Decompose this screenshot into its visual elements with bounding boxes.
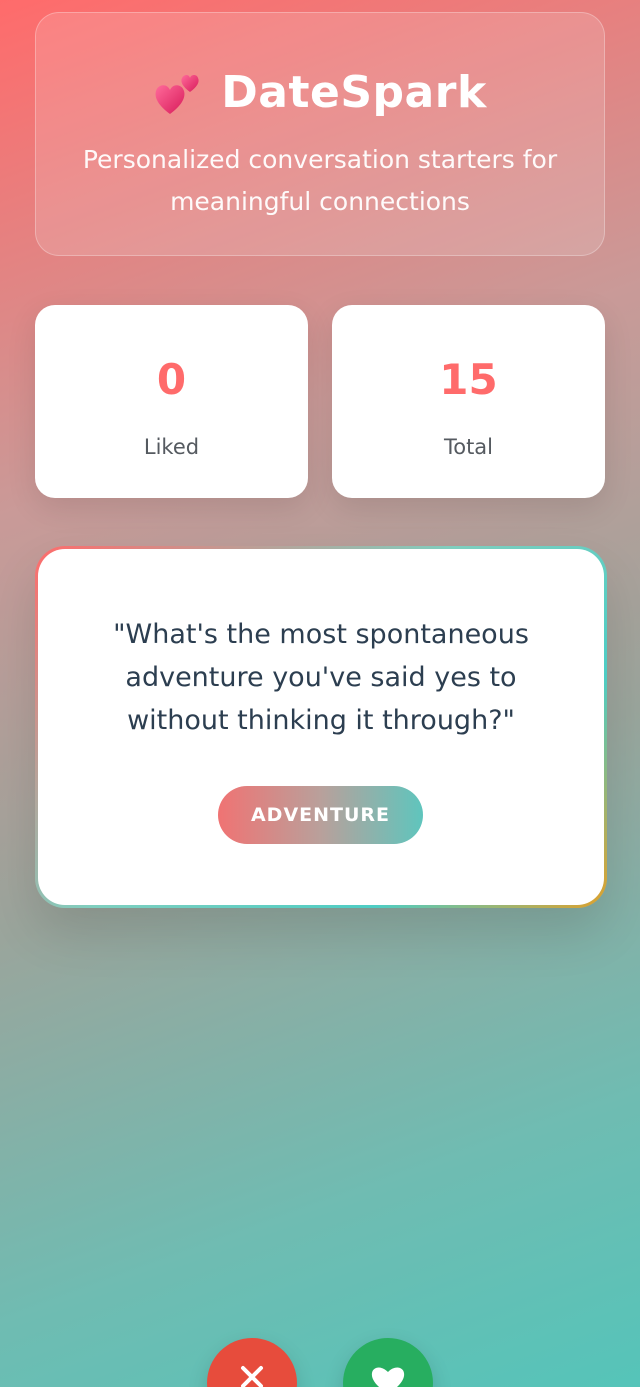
heart-icon (371, 1367, 405, 1387)
close-icon (241, 1366, 263, 1387)
total-stat-card: 15 Total (332, 305, 605, 498)
liked-count: 0 (156, 355, 187, 404)
liked-label: Liked (143, 435, 200, 459)
header-card: DateSpark Personalized conversation star… (35, 12, 605, 256)
conversation-question: "What's the most spontaneous adventure y… (113, 619, 529, 736)
app-tagline: Personalized conversation starters for m… (82, 145, 558, 216)
total-count: 15 (439, 355, 498, 404)
skip-button[interactable] (207, 1338, 297, 1387)
app-title: DateSpark (221, 67, 487, 118)
category-badge: ADVENTURE (218, 786, 423, 844)
two-hearts-icon (155, 74, 199, 114)
prompt-card-border: "What's the most spontaneous adventure y… (35, 546, 607, 908)
total-label: Total (443, 435, 494, 459)
like-button[interactable] (343, 1338, 433, 1387)
prompt-card[interactable]: "What's the most spontaneous adventure y… (38, 549, 604, 905)
brand: DateSpark (36, 67, 604, 118)
liked-stat-card: 0 Liked (35, 305, 308, 498)
